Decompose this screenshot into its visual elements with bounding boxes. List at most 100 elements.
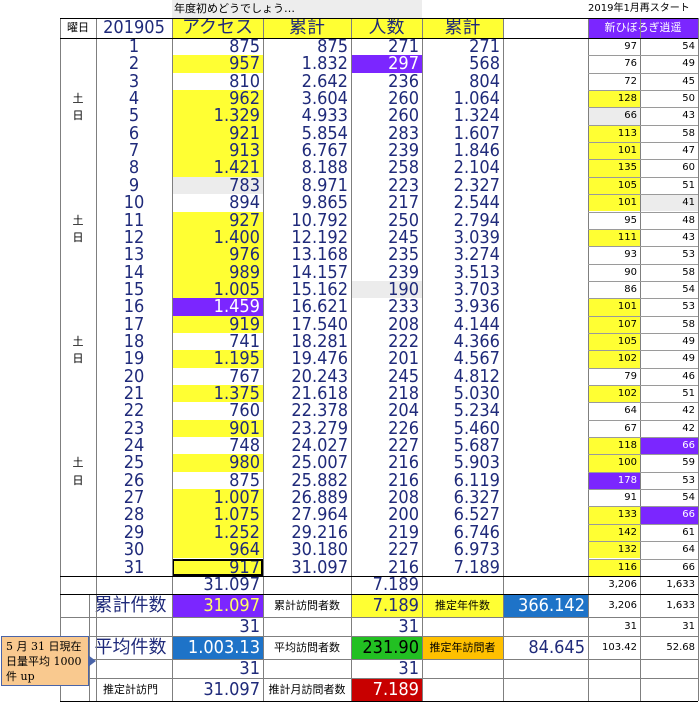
cumulative-people-cell[interactable]: 1.064	[422, 90, 503, 107]
cumulative-people-cell[interactable]: 6.527	[422, 506, 503, 523]
people-cell[interactable]: 260	[351, 107, 422, 124]
right-a-cell[interactable]: 67	[588, 420, 640, 437]
cumulative-people-cell[interactable]: 3.513	[422, 264, 503, 281]
cumulative-access-cell[interactable]: 29.216	[263, 524, 351, 541]
weekday-cell[interactable]: 土	[60, 90, 96, 107]
weekday-cell[interactable]	[60, 125, 96, 142]
cumulative-access-cell[interactable]: 2.642	[263, 73, 351, 90]
weekday-cell[interactable]	[60, 368, 96, 385]
cumulative-access-cell[interactable]: 6.767	[263, 142, 351, 159]
people-cell[interactable]: 239	[351, 142, 422, 159]
cumulative-people-cell[interactable]: 568	[422, 55, 503, 72]
people-cell[interactable]: 216	[351, 472, 422, 489]
cumulative-access-cell[interactable]: 26.889	[263, 489, 351, 506]
right-b-cell[interactable]: 42	[640, 402, 698, 419]
estimated-monthly-access-value[interactable]: 31.097	[172, 678, 263, 701]
access-cell[interactable]: 901	[172, 419, 263, 438]
people-cell[interactable]: 227	[351, 437, 422, 454]
right-a-cell[interactable]: 118	[588, 437, 640, 455]
right-b-cell[interactable]: 47	[640, 142, 698, 159]
right-b-cell[interactable]: 54	[640, 38, 698, 55]
right-b-cell[interactable]: 50	[640, 90, 698, 107]
right-b-cell[interactable]: 54	[640, 489, 698, 506]
weekday-cell[interactable]	[60, 316, 96, 333]
cumulative-access-cell[interactable]: 14.157	[263, 264, 351, 281]
weekday-cell[interactable]	[60, 489, 96, 506]
header-cum1[interactable]: 累計	[263, 18, 351, 38]
right-a-cell[interactable]: 101	[588, 194, 640, 212]
right-b-cell[interactable]: 66	[640, 437, 698, 455]
access-cell[interactable]: 957	[172, 55, 263, 73]
right-a-cell[interactable]: 102	[588, 385, 640, 403]
day-cell[interactable]: 30	[96, 541, 172, 558]
weekday-cell[interactable]	[60, 506, 96, 523]
day-cell[interactable]: 9	[96, 177, 172, 194]
people-cell[interactable]: 233	[351, 298, 422, 315]
cumulative-people-cell[interactable]: 3.274	[422, 246, 503, 263]
summary-right-b[interactable]: 1,633	[640, 576, 698, 594]
banner-cell[interactable]: 年度初めどうでしょう…	[172, 0, 422, 18]
people-cell[interactable]: 239	[351, 264, 422, 281]
day-cell[interactable]: 8	[96, 159, 172, 176]
cumulative-access-cell[interactable]: 8.971	[263, 177, 351, 194]
cumulative-access-cell[interactable]: 3.604	[263, 90, 351, 107]
cumulative-access-cell[interactable]: 13.168	[263, 246, 351, 263]
weekday-cell[interactable]	[60, 177, 96, 194]
access-cell[interactable]: 1.375	[172, 385, 263, 403]
cumulative-access-cell[interactable]: 20.243	[263, 368, 351, 385]
right-a-cell[interactable]: 93	[588, 246, 640, 263]
day-cell[interactable]: 31	[96, 559, 172, 576]
days-count-access[interactable]: 31	[172, 617, 263, 636]
cumulative-people-cell[interactable]: 3.039	[422, 229, 503, 246]
day-cell[interactable]: 2	[96, 55, 172, 72]
right-b-cell[interactable]: 60	[640, 159, 698, 176]
right-b-cell[interactable]: 53	[640, 472, 698, 489]
cumulative-people-cell[interactable]: 2.327	[422, 177, 503, 194]
right-b-cell[interactable]: 58	[640, 316, 698, 333]
people-cell[interactable]: 208	[351, 316, 422, 333]
day-cell[interactable]: 18	[96, 333, 172, 350]
access-cell[interactable]: 894	[172, 194, 263, 211]
access-cell[interactable]: 783	[172, 176, 263, 195]
cumulative-visitors-value[interactable]: 7.189	[351, 593, 422, 617]
cumulative-access-cell[interactable]: 24.027	[263, 437, 351, 454]
cumulative-access-cell[interactable]: 31.097	[263, 559, 351, 576]
right-a-cell[interactable]: 86	[588, 281, 640, 298]
weekday-cell[interactable]	[60, 264, 96, 281]
summary2-right-b[interactable]: 1,633	[640, 594, 698, 617]
label-estimated-annual-visitors[interactable]: 推定年訪問者	[422, 635, 503, 659]
access-cell[interactable]: 810	[172, 73, 263, 90]
cumulative-people-cell[interactable]: 5.460	[422, 420, 503, 437]
right-b-cell[interactable]: 53	[640, 246, 698, 263]
weekday-cell[interactable]	[60, 420, 96, 437]
cumulative-access-cell[interactable]: 875	[263, 38, 351, 55]
day-cell[interactable]: 5	[96, 107, 172, 124]
weekday-cell[interactable]	[60, 142, 96, 159]
days-count2-access[interactable]: 31	[172, 659, 263, 678]
day-cell[interactable]: 21	[96, 385, 172, 402]
estimated-monthly-visitors-value[interactable]: 7.189	[351, 677, 422, 701]
people-cell[interactable]: 200	[351, 506, 422, 523]
access-cell[interactable]: 1.075	[172, 506, 263, 524]
access-cell[interactable]: 1.007	[172, 489, 263, 507]
weekday-cell[interactable]	[60, 559, 96, 576]
weekday-cell[interactable]	[60, 38, 96, 55]
right-b-cell[interactable]: 54	[640, 281, 698, 298]
right-a-cell[interactable]: 66	[588, 107, 640, 125]
right-a-cell[interactable]: 79	[588, 368, 640, 385]
header-access[interactable]: アクセス	[172, 18, 263, 38]
day-cell[interactable]: 24	[96, 437, 172, 454]
access-cell[interactable]: 1.400	[172, 228, 263, 247]
day-cell[interactable]: 15	[96, 281, 172, 298]
weekday-cell[interactable]	[60, 73, 96, 90]
weekday-cell[interactable]	[60, 541, 96, 558]
people-cell[interactable]: 216	[351, 454, 422, 471]
cumulative-access-cell[interactable]: 19.476	[263, 350, 351, 367]
cumulative-people-cell[interactable]: 4.812	[422, 368, 503, 385]
weekday-cell[interactable]: 土	[60, 212, 96, 229]
people-cell[interactable]: 297	[351, 55, 422, 73]
day-cell[interactable]: 3	[96, 73, 172, 90]
summary-total-access[interactable]: 31.097	[172, 576, 263, 594]
day-cell[interactable]: 28	[96, 506, 172, 523]
header-people[interactable]: 人数	[351, 18, 422, 38]
